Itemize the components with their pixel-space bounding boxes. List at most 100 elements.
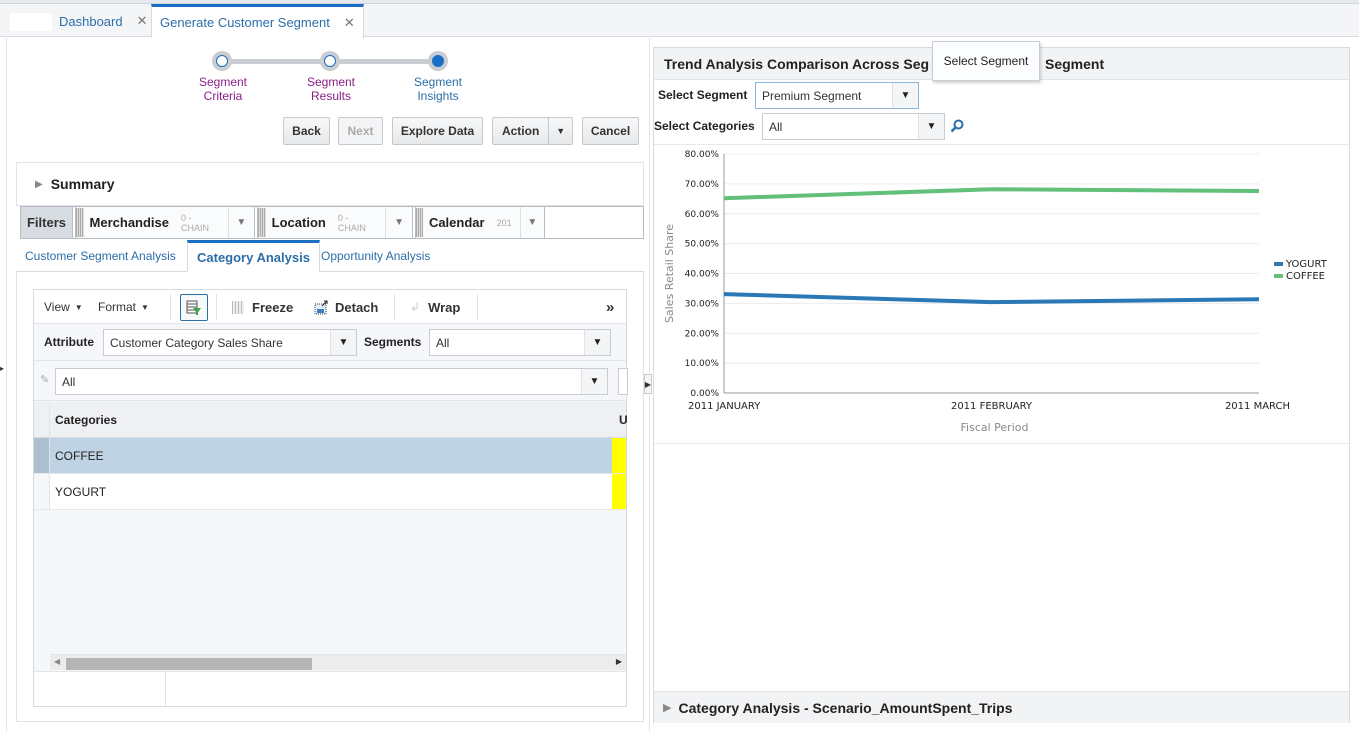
- select-categories-value: All: [769, 119, 783, 134]
- format-menu[interactable]: Format ▼: [98, 290, 149, 324]
- chevron-down-icon[interactable]: ▼: [584, 330, 610, 355]
- filters-bar: Filters Merchandise 0 - CHAIN ▼ Location…: [20, 206, 644, 239]
- y-tick-label: 80.00%: [685, 150, 720, 160]
- attribute-select[interactable]: Customer Category Sales Share ▼: [103, 329, 357, 356]
- chevron-down-icon[interactable]: ▼: [548, 118, 572, 144]
- wrap-icon: ↲: [410, 300, 421, 314]
- train-stop-segment-insights[interactable]: [428, 51, 448, 71]
- chevron-down-icon[interactable]: ▼: [227, 207, 254, 238]
- back-button[interactable]: Back: [283, 117, 330, 145]
- select-categories-label: Select Categories: [654, 119, 755, 133]
- cancel-button[interactable]: Cancel: [582, 117, 639, 145]
- next-button: Next: [338, 117, 383, 145]
- attribute-label: Attribute: [44, 335, 94, 349]
- filter-value: 0 - CHAIN: [337, 212, 366, 233]
- toolbar-divider: [394, 294, 395, 320]
- scrollbar-thumb[interactable]: [66, 658, 312, 670]
- wrap-button: ↲ Wrap: [410, 290, 460, 324]
- segments-label: Segments: [364, 335, 422, 349]
- next-column-filter-input[interactable]: [618, 368, 628, 395]
- close-icon[interactable]: ✕: [137, 13, 148, 29]
- freeze-label: Freeze: [252, 299, 294, 315]
- column-header-truncated[interactable]: U: [619, 413, 628, 427]
- attribute-select-value: Customer Category Sales Share: [110, 335, 283, 350]
- tab-opportunity-analysis[interactable]: Opportunity Analysis: [312, 240, 439, 272]
- search-icon[interactable]: [950, 119, 964, 133]
- category-grid-panel: View ▼ Format ▼ Freeze Detach ↲ Wrap » A…: [33, 289, 628, 707]
- filter-calendar[interactable]: Calendar 201 ▼: [415, 207, 545, 238]
- clear-filter-icon[interactable]: ✎: [40, 373, 49, 386]
- summary-section-header[interactable]: ▶ Summary: [16, 162, 644, 206]
- categories-filter-select[interactable]: All ▼: [55, 368, 608, 395]
- tab-category-analysis[interactable]: Category Analysis: [187, 240, 320, 272]
- y-tick-label: 0.00%: [690, 389, 719, 399]
- left-splitter-arrow-icon[interactable]: ▸: [0, 358, 6, 378]
- query-by-example-button[interactable]: [180, 294, 208, 321]
- panel-splitter-arrow-icon[interactable]: ▶: [644, 374, 652, 394]
- drag-handle-icon[interactable]: [258, 208, 266, 237]
- series-line-yogurt: [723, 292, 1260, 305]
- toolbar-divider: [170, 294, 171, 320]
- y-tick-label: 20.00%: [685, 329, 720, 339]
- select-categories-dropdown[interactable]: All ▼: [762, 113, 945, 140]
- chevron-down-icon[interactable]: ▼: [581, 369, 607, 394]
- table-filter-icon: [186, 300, 201, 315]
- expand-triangle-icon[interactable]: ▶: [663, 701, 671, 714]
- scroll-right-icon[interactable]: ▶: [616, 657, 622, 666]
- y-tick-label: 10.00%: [685, 359, 720, 369]
- column-filter-row: ✎ All ▼: [34, 361, 628, 401]
- series-line-coffee: [723, 187, 1260, 201]
- toolbar-overflow-button[interactable]: »: [606, 290, 614, 324]
- toolbar-divider: [477, 294, 478, 320]
- summary-title: Summary: [50, 176, 115, 192]
- filter-location[interactable]: Location 0 - CHAIN ▼: [257, 207, 413, 238]
- drag-handle-icon[interactable]: [76, 208, 84, 237]
- tab-customer-segment-analysis[interactable]: Customer Segment Analysis: [16, 240, 185, 272]
- train-label-segment-criteria[interactable]: Segment Criteria: [183, 75, 263, 103]
- legend-label-yogurt: YOGURT: [1285, 259, 1328, 270]
- freeze-button[interactable]: Freeze: [232, 290, 293, 324]
- column-header-categories[interactable]: Categories: [55, 413, 117, 427]
- filter-name: Calendar: [428, 215, 485, 230]
- table-row[interactable]: COFFEE: [34, 438, 626, 474]
- y-tick-label: 70.00%: [685, 180, 720, 190]
- filter-merchandise[interactable]: Merchandise 0 - CHAIN ▼: [75, 207, 255, 238]
- train-stop-segment-results[interactable]: [320, 51, 340, 71]
- view-menu-label: View: [44, 300, 70, 314]
- freeze-columns-icon: [232, 300, 244, 314]
- filters-label: Filters: [21, 207, 73, 238]
- x-tick-label: 2011 FEBRUARY: [951, 401, 1033, 412]
- row-gutter: [34, 438, 50, 473]
- horizontal-scrollbar[interactable]: ◀ ▶: [50, 654, 626, 670]
- chevron-down-icon[interactable]: ▼: [892, 83, 918, 108]
- toolbar-divider: [216, 294, 217, 320]
- tab-generate-customer-segment[interactable]: Generate Customer Segment ✕: [151, 4, 364, 38]
- detach-button[interactable]: Detach: [314, 290, 378, 324]
- blank-tab-area: [10, 13, 52, 31]
- chevron-down-icon[interactable]: ▼: [519, 207, 544, 238]
- tab-dashboard[interactable]: Dashboard ✕: [59, 4, 148, 38]
- filter-value: 201: [496, 217, 512, 228]
- category-analysis-scenario-header[interactable]: ▶ Category Analysis - Scenario_AmountSpe…: [654, 691, 1349, 723]
- chevron-down-icon[interactable]: ▼: [918, 114, 944, 139]
- close-icon[interactable]: ✕: [344, 15, 355, 31]
- train-stop-segment-criteria[interactable]: [212, 51, 232, 71]
- train-label-segment-insights: Segment Insights: [413, 75, 463, 103]
- row-gutter: [34, 474, 50, 509]
- scroll-left-icon[interactable]: ◀: [54, 657, 60, 666]
- y-tick-label: 40.00%: [685, 270, 720, 280]
- attribute-row: Attribute Customer Category Sales Share …: [34, 324, 626, 361]
- expand-triangle-icon[interactable]: ▶: [35, 179, 43, 190]
- chevron-down-icon[interactable]: ▼: [330, 330, 356, 355]
- explore-data-button[interactable]: Explore Data: [392, 117, 483, 145]
- train-label-segment-results[interactable]: Segment Results: [291, 75, 371, 103]
- view-menu[interactable]: View ▼: [44, 290, 83, 324]
- drag-handle-icon[interactable]: [416, 208, 423, 237]
- select-segment-dropdown[interactable]: Premium Segment ▼: [755, 82, 919, 109]
- action-button-label: Action: [501, 124, 540, 138]
- action-menu-button[interactable]: Action ▼: [492, 117, 573, 145]
- chevron-down-icon[interactable]: ▼: [385, 207, 412, 238]
- tab-bar: Dashboard ✕ Generate Customer Segment ✕: [0, 4, 1359, 38]
- segments-select[interactable]: All ▼: [429, 329, 611, 356]
- table-row[interactable]: YOGURT: [34, 474, 626, 510]
